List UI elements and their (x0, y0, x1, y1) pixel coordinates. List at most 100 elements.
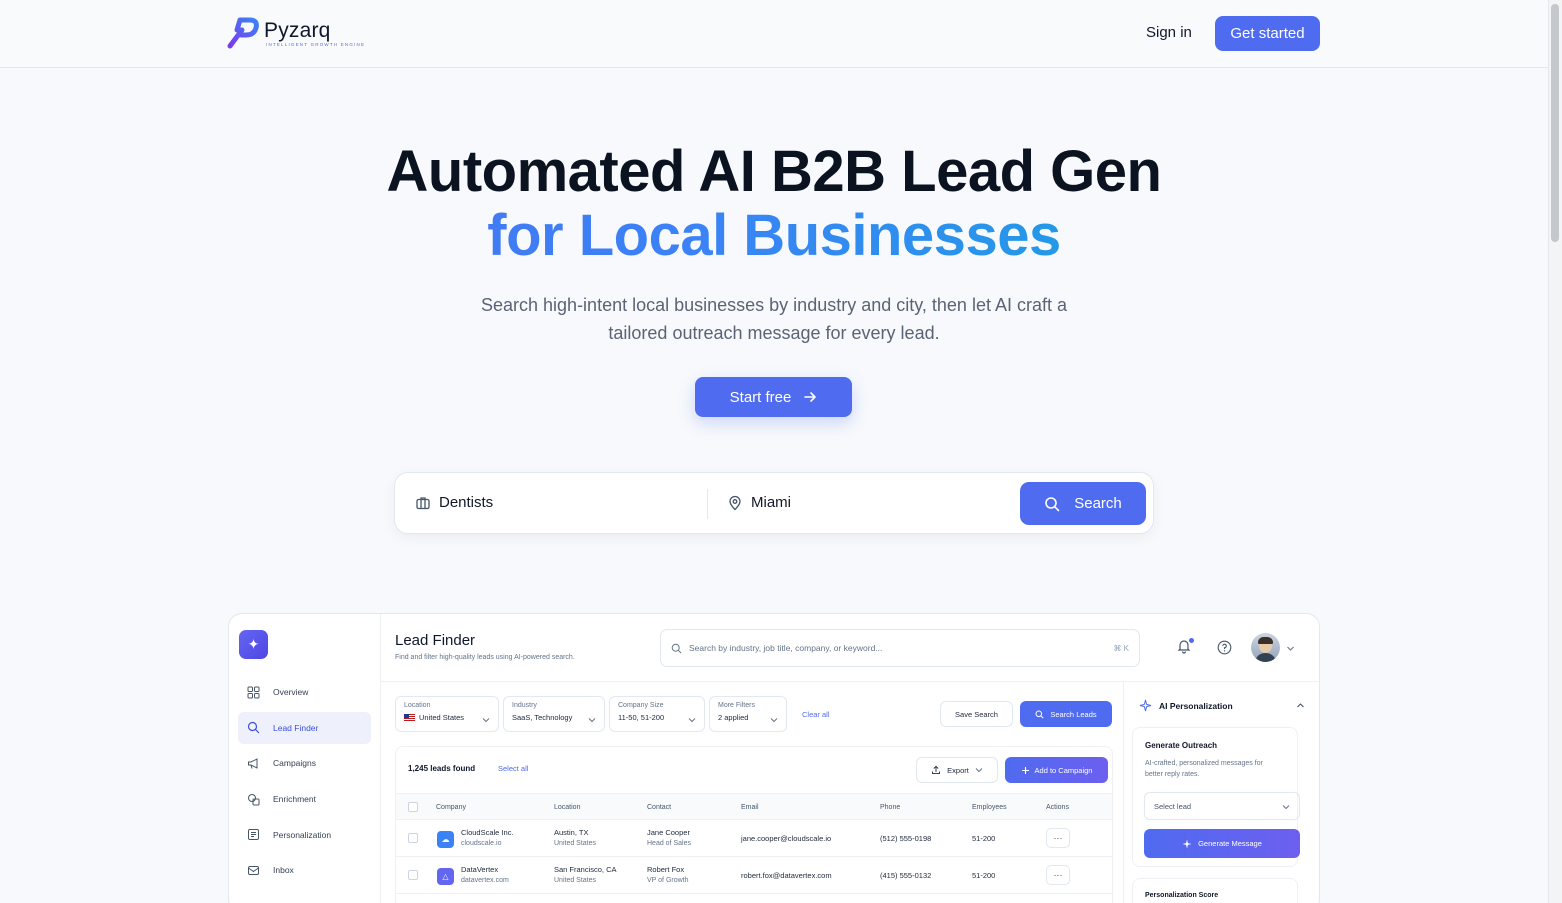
table-row[interactable]: ☁ CloudScale Inc. cloudscale.io Austin, T… (396, 820, 1112, 857)
column-header-company[interactable]: Company (436, 804, 466, 811)
contact-email: jane.cooper@cloudscale.io (741, 834, 832, 843)
get-started-button[interactable]: Get started (1215, 16, 1320, 51)
page-scrollbar[interactable] (1548, 0, 1562, 903)
avatar[interactable] (1251, 633, 1280, 662)
filter-label: More Filters (718, 702, 755, 709)
pyzarq-logo-icon (227, 17, 259, 49)
filter-label: Company Size (618, 702, 664, 709)
filter-more[interactable]: More Filters 2 applied (709, 696, 787, 732)
lead-search-bar: Dentists Miami Search (394, 472, 1154, 534)
row-actions-button[interactable]: ··· (1046, 828, 1070, 848)
us-flag-icon (404, 714, 415, 721)
save-search-button[interactable]: Save Search (940, 701, 1013, 727)
row-checkbox[interactable] (408, 833, 418, 843)
add-to-campaign-button[interactable]: Add to Campaign (1005, 757, 1108, 783)
signin-link[interactable]: Sign in (1146, 24, 1192, 41)
company-domain: datavertex.com (461, 877, 509, 884)
clear-all-link[interactable]: Clear all (802, 710, 830, 719)
table-header: Company Location Contact Email Phone Emp… (396, 793, 1112, 820)
brand-tagline: INTELLIGENT GROWTH ENGINE (266, 41, 366, 47)
add-to-campaign-label: Add to Campaign (1034, 765, 1093, 775)
location-value: Miami (751, 494, 791, 511)
filter-value: SaaS, Technology (512, 713, 573, 722)
company-name[interactable]: DataVertex (461, 865, 498, 874)
column-header-location[interactable]: Location (554, 804, 580, 811)
notification-dot (1189, 638, 1194, 643)
sidebar-item-label: Personalization (273, 829, 332, 840)
filter-value: 2 applied (718, 713, 749, 722)
dashboard-main: Lead Finder Find and filter high-quality… (381, 614, 1319, 903)
page-subtitle: Find and filter high-quality leads using… (395, 654, 575, 661)
location-input[interactable]: Miami (727, 494, 791, 511)
select-all-link[interactable]: Select all (498, 764, 528, 773)
sidebar-item-campaigns[interactable]: Campaigns (238, 747, 371, 779)
brand-logo[interactable]: Pyzarq INTELLIGENT GROWTH ENGINE (226, 16, 365, 50)
sidebar-item-enrichment[interactable]: Enrichment (238, 783, 371, 815)
top-navbar: Pyzarq INTELLIGENT GROWTH ENGINE Sign in… (0, 0, 1548, 68)
plus-icon (1021, 766, 1029, 774)
column-header-employees[interactable]: Employees (972, 804, 1007, 811)
filter-location[interactable]: Location United States (395, 696, 499, 732)
hero-subtitle: Search high-intent local businesses by i… (0, 291, 1548, 347)
chevron-down-icon (688, 718, 696, 723)
megaphone-icon (248, 758, 258, 769)
filter-company-size[interactable]: Company Size 11-50, 51-200 (609, 696, 705, 732)
contact-phone: (415) 555-0132 (880, 871, 932, 880)
sidebar-item-personalization[interactable]: Personalization (238, 819, 371, 851)
export-button[interactable]: Export (916, 757, 998, 783)
chevron-down-icon[interactable] (1286, 644, 1295, 653)
start-free-button[interactable]: Start free (695, 377, 852, 417)
arrow-right-icon (804, 392, 817, 402)
outreach-card-title: Generate Outreach (1145, 741, 1218, 750)
column-header-contact[interactable]: Contact (647, 804, 671, 811)
filter-label: Location (404, 702, 431, 709)
filter-industry[interactable]: Industry SaaS, Technology (503, 696, 605, 732)
ai-personalization-panel: AI Personalization Generate Outreach AI-… (1124, 682, 1319, 903)
location-country: United States (554, 840, 597, 847)
industry-input[interactable]: Dentists (415, 494, 493, 511)
search-button[interactable]: Search (1020, 482, 1146, 525)
sidebar-item-label: Inbox (273, 865, 294, 876)
select-lead-placeholder: Select lead (1154, 801, 1192, 811)
select-lead-dropdown[interactable]: Select lead (1144, 792, 1300, 820)
dashboard-sidebar: ✦ Overview Lead Finder Campaigns Enrichm… (229, 614, 381, 903)
sidebar-item-lead-finder[interactable]: Lead Finder (238, 711, 371, 744)
sparkle-logo-icon: ✦ (239, 630, 268, 659)
scrollbar-thumb[interactable] (1551, 4, 1559, 242)
filter-value: 11-50, 51-200 (618, 713, 665, 722)
search-icon (247, 722, 260, 734)
column-header-phone[interactable]: Phone (880, 804, 900, 811)
contact-role: Head of Sales (647, 840, 691, 847)
layers-icon (248, 793, 260, 806)
score-card-title: Personalization Score (1145, 892, 1219, 899)
company-name[interactable]: CloudScale Inc. (461, 828, 514, 837)
chevron-down-icon (482, 718, 490, 723)
sidebar-item-inbox[interactable]: Inbox (238, 854, 371, 886)
help-icon[interactable] (1217, 640, 1232, 655)
search-button-label: Search (1074, 495, 1122, 512)
hero-title-line1: Automated AI B2B Lead Gen (386, 139, 1162, 204)
triangle-logo-icon: △ (437, 868, 454, 885)
generate-message-button[interactable]: Generate Message (1144, 829, 1300, 858)
grid-icon (247, 686, 260, 698)
chevron-down-icon (770, 718, 778, 723)
table-row[interactable]: △ DataVertex datavertex.com San Francisco… (396, 857, 1112, 894)
hero-subtitle-line2: tailored outreach message for every lead… (608, 323, 940, 343)
filter-label: Industry (512, 702, 537, 709)
map-pin-icon (729, 495, 741, 510)
sidebar-item-overview[interactable]: Overview (238, 676, 371, 708)
leads-table-card: 1,245 leads found Select all Export Add … (395, 746, 1113, 903)
dashboard-search-input[interactable]: Search by industry, job title, company, … (660, 629, 1140, 667)
sidebar-item-label: Campaigns (273, 758, 316, 769)
row-actions-button[interactable]: ··· (1046, 865, 1070, 885)
filter-value: United States (419, 713, 465, 722)
chevron-up-icon[interactable] (1296, 701, 1305, 710)
ai-panel-header: AI Personalization (1139, 699, 1233, 712)
row-checkbox[interactable] (408, 870, 418, 880)
generate-message-label: Generate Message (1198, 839, 1262, 848)
contact-role: VP of Growth (647, 877, 689, 884)
select-all-checkbox[interactable] (408, 802, 418, 812)
sparkle-icon (1139, 699, 1152, 712)
contact-phone: (512) 555-0198 (880, 834, 932, 843)
search-leads-button[interactable]: Search Leads (1020, 701, 1112, 727)
